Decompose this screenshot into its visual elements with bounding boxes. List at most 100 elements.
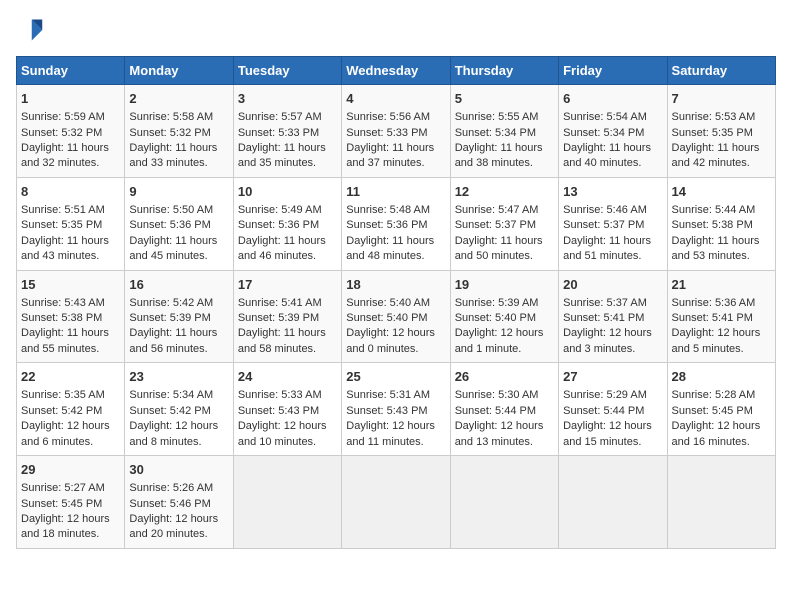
sunrise-text: Sunrise: 5:56 AM [346,111,430,123]
daylight-text: Daylight: 12 hours and 13 minutes. [455,420,544,447]
daylight-text: Daylight: 12 hours and 3 minutes. [563,327,652,354]
calendar-day-cell: 16Sunrise: 5:42 AMSunset: 5:39 PMDayligh… [125,270,233,363]
calendar-day-cell [559,456,667,549]
weekday-header: Friday [559,57,667,85]
daylight-text: Daylight: 12 hours and 10 minutes. [238,420,327,447]
day-number: 13 [563,183,662,201]
calendar-day-cell: 14 Sunrise: 5:44 AM Sunset: 5:38 PM Dayligh… [667,177,775,270]
daylight-text: Daylight: 11 hours and 50 minutes. [455,235,543,262]
calendar-day-cell: 28Sunrise: 5:28 AMSunset: 5:45 PMDayligh… [667,363,775,456]
sunset-text: Sunset: 5:39 PM [238,312,319,324]
daylight-text: Daylight: 12 hours and 18 minutes. [21,513,110,540]
day-number: 10 [238,183,337,201]
daylight-text: Daylight: 11 hours and 35 minutes. [238,142,326,169]
calendar-day-cell: 9Sunrise: 5:50 AMSunset: 5:36 PMDaylight… [125,177,233,270]
sunset-text: Sunset: 5:43 PM [238,405,319,417]
daylight-text: Daylight: 12 hours and 11 minutes. [346,420,435,447]
calendar-day-cell: 13Sunrise: 5:46 AMSunset: 5:37 PMDayligh… [559,177,667,270]
day-number: 7 [672,90,771,108]
day-number: 15 [21,276,120,294]
sunrise-text: Sunrise: 5:43 AM [21,297,105,309]
calendar-week-row: 29Sunrise: 5:27 AMSunset: 5:45 PMDayligh… [17,456,776,549]
weekday-header: Saturday [667,57,775,85]
day-number: 30 [129,461,228,479]
sunset-text: Sunset: 5:36 PM [346,219,427,231]
daylight-text: Daylight: 11 hours and 33 minutes. [129,142,217,169]
day-number: 28 [672,368,771,386]
sunrise-text: Sunrise: 5:53 AM [672,111,756,123]
calendar-day-cell: 8Sunrise: 5:51 AMSunset: 5:35 PMDaylight… [17,177,125,270]
sunrise-text: Sunrise: 5:47 AM [455,204,539,216]
sunrise-text: Sunrise: 5:58 AM [129,111,213,123]
calendar-day-cell: 25Sunrise: 5:31 AMSunset: 5:43 PMDayligh… [342,363,450,456]
logo-icon [16,16,44,44]
sunset-text: Sunset: 5:38 PM [672,219,753,231]
sunrise-text: Sunrise: 5:29 AM [563,389,647,401]
calendar-day-cell: 2 Sunrise: 5:58 AM Sunset: 5:32 PM Daylight… [125,85,233,178]
day-number: 11 [346,183,445,201]
sunrise-text: Sunrise: 5:44 AM [672,204,756,216]
day-number: 20 [563,276,662,294]
sunset-text: Sunset: 5:41 PM [563,312,644,324]
calendar-day-cell: 10Sunrise: 5:49 AMSunset: 5:36 PMDayligh… [233,177,341,270]
daylight-text: Daylight: 11 hours and 53 minutes. [672,235,760,262]
daylight-text: Daylight: 12 hours and 20 minutes. [129,513,218,540]
sunset-text: Sunset: 5:33 PM [346,127,427,139]
sunrise-text: Sunrise: 5:41 AM [238,297,322,309]
day-number: 4 [346,90,445,108]
calendar-day-cell: 27Sunrise: 5:29 AMSunset: 5:44 PMDayligh… [559,363,667,456]
day-number: 29 [21,461,120,479]
sunset-text: Sunset: 5:38 PM [21,312,102,324]
sunrise-text: Sunrise: 5:36 AM [672,297,756,309]
sunset-text: Sunset: 5:40 PM [455,312,536,324]
daylight-text: Daylight: 11 hours and 45 minutes. [129,235,217,262]
calendar-day-cell: 12Sunrise: 5:47 AMSunset: 5:37 PMDayligh… [450,177,558,270]
sunrise-text: Sunrise: 5:39 AM [455,297,539,309]
calendar-day-cell: 22Sunrise: 5:35 AMSunset: 5:42 PMDayligh… [17,363,125,456]
sunset-text: Sunset: 5:32 PM [129,127,210,139]
sunrise-text: Sunrise: 5:54 AM [563,111,647,123]
weekday-header: Sunday [17,57,125,85]
calendar-day-cell: 5Sunrise: 5:55 AMSunset: 5:34 PMDaylight… [450,85,558,178]
day-number: 17 [238,276,337,294]
sunset-text: Sunset: 5:37 PM [563,219,644,231]
weekday-header: Wednesday [342,57,450,85]
sunset-text: Sunset: 5:46 PM [129,498,210,510]
daylight-text: Daylight: 12 hours and 6 minutes. [21,420,110,447]
sunset-text: Sunset: 5:39 PM [129,312,210,324]
daylight-text: Daylight: 12 hours and 1 minute. [455,327,544,354]
daylight-text: Daylight: 11 hours and 58 minutes. [238,327,326,354]
calendar-day-cell: 30 Sunrise: 5:26 AM Sunset: 5:46 PM Dayligh… [125,456,233,549]
day-number: 14 [672,183,771,201]
calendar-day-cell: 24Sunrise: 5:33 AMSunset: 5:43 PMDayligh… [233,363,341,456]
sunset-text: Sunset: 5:35 PM [672,127,753,139]
calendar-day-cell: 11Sunrise: 5:48 AMSunset: 5:36 PMDayligh… [342,177,450,270]
sunset-text: Sunset: 5:42 PM [129,405,210,417]
calendar-day-cell [233,456,341,549]
weekday-header: Thursday [450,57,558,85]
sunset-text: Sunset: 5:44 PM [563,405,644,417]
sunrise-text: Sunrise: 5:28 AM [672,389,756,401]
day-number: 2 [129,90,228,108]
daylight-text: Daylight: 11 hours and 55 minutes. [21,327,109,354]
sunrise-text: Sunrise: 5:33 AM [238,389,322,401]
day-number: 5 [455,90,554,108]
sunset-text: Sunset: 5:33 PM [238,127,319,139]
day-number: 19 [455,276,554,294]
day-number: 18 [346,276,445,294]
day-number: 22 [21,368,120,386]
sunset-text: Sunset: 5:36 PM [129,219,210,231]
calendar-day-cell: 15 Sunrise: 5:43 AM Sunset: 5:38 PM Dayligh… [17,270,125,363]
sunset-text: Sunset: 5:41 PM [672,312,753,324]
daylight-text: Daylight: 11 hours and 32 minutes. [21,142,109,169]
calendar-week-row: 8Sunrise: 5:51 AMSunset: 5:35 PMDaylight… [17,177,776,270]
sunrise-text: Sunrise: 5:42 AM [129,297,213,309]
calendar-day-cell: 26Sunrise: 5:30 AMSunset: 5:44 PMDayligh… [450,363,558,456]
day-number: 1 [21,90,120,108]
sunrise-text: Sunrise: 5:46 AM [563,204,647,216]
sunrise-text: Sunrise: 5:30 AM [455,389,539,401]
day-number: 27 [563,368,662,386]
calendar-week-row: 22Sunrise: 5:35 AMSunset: 5:42 PMDayligh… [17,363,776,456]
calendar-day-cell [342,456,450,549]
sunrise-text: Sunrise: 5:26 AM [129,482,213,494]
